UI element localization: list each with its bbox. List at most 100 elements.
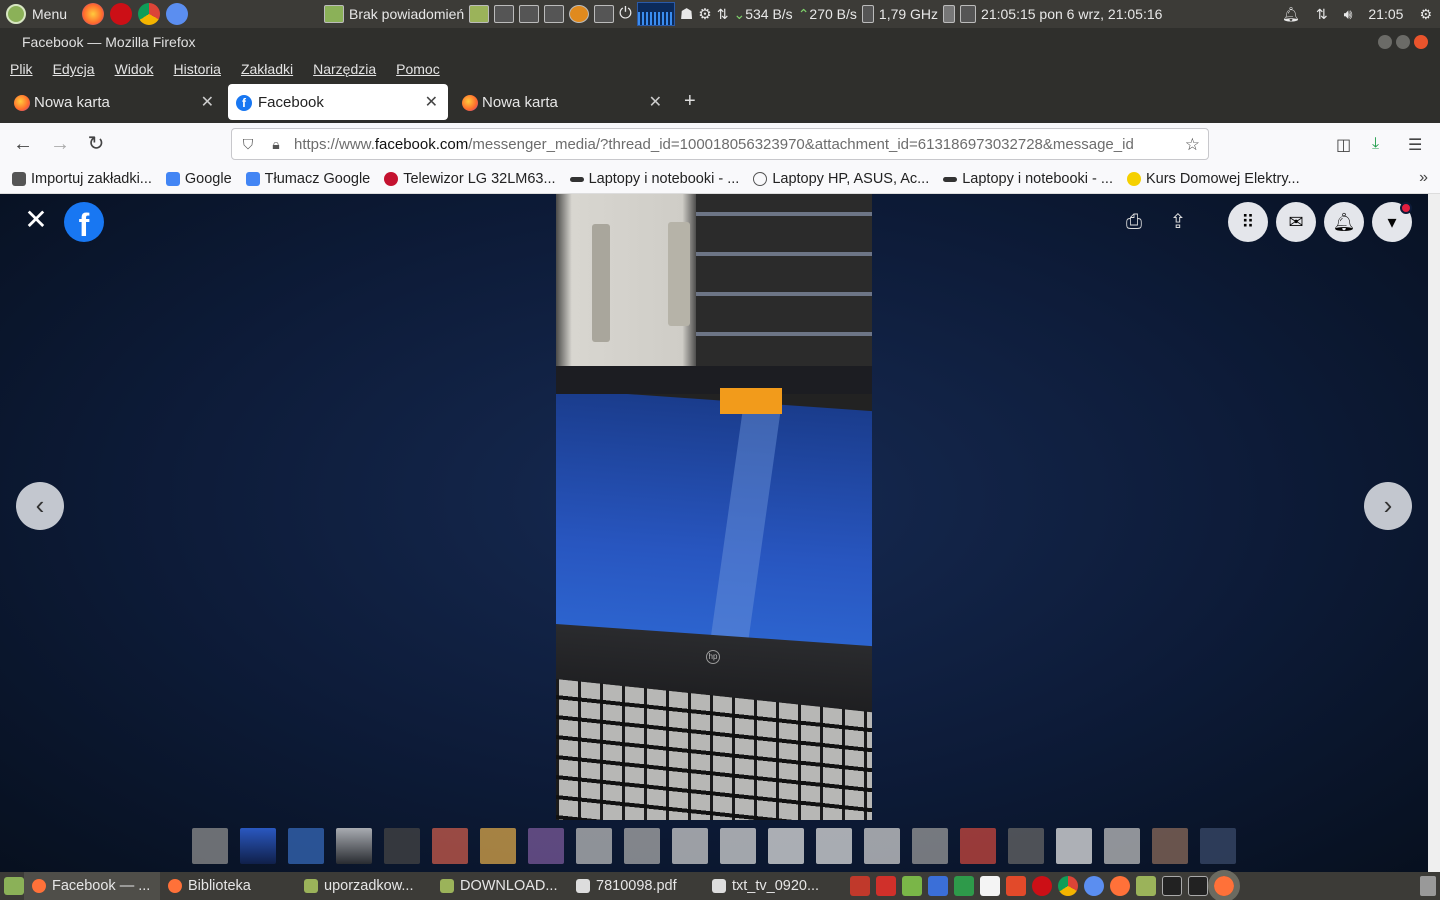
- tracking-shield-icon[interactable]: ⛉: [240, 136, 256, 152]
- minimize-button[interactable]: [1378, 35, 1392, 49]
- thumbnail[interactable]: [1200, 828, 1236, 864]
- thumbnail[interactable]: [1056, 828, 1092, 864]
- thumbnail[interactable]: [912, 828, 948, 864]
- share-icon[interactable]: ⇪: [1166, 210, 1190, 234]
- facebook-logo[interactable]: f: [64, 202, 104, 243]
- new-tab-button[interactable]: +: [684, 90, 696, 113]
- menu-plik[interactable]: Plik: [10, 61, 33, 77]
- bookmark-item[interactable]: Importuj zakładki...: [12, 171, 152, 187]
- system-monitor-icon[interactable]: [1188, 876, 1208, 896]
- page-scrollbar[interactable]: [1428, 194, 1440, 872]
- bell-icon[interactable]: 🔔︎: [1282, 6, 1300, 23]
- close-viewer-button[interactable]: ✕: [22, 206, 50, 234]
- close-tab-icon[interactable]: ✕: [201, 92, 214, 112]
- thumbnail[interactable]: [1152, 828, 1188, 864]
- show-desktop-icon[interactable]: [4, 877, 24, 895]
- system-monitor-icon[interactable]: [519, 5, 540, 23]
- pocket-icon[interactable]: ◫: [1336, 135, 1351, 155]
- taskbar-item-text[interactable]: txt_tv_0920...: [704, 872, 840, 900]
- notifications-button[interactable]: 🔔︎: [1324, 202, 1364, 242]
- menu-edycja[interactable]: Edycja: [53, 61, 95, 77]
- menu-widok[interactable]: Widok: [115, 61, 154, 77]
- opera-icon[interactable]: [1032, 876, 1052, 896]
- tab-nowa-karta-1[interactable]: Nowa karta ✕: [4, 84, 224, 120]
- messenger-button[interactable]: ✉: [1276, 202, 1316, 242]
- tab-nowa-karta-2[interactable]: Nowa karta ✕: [452, 84, 672, 120]
- maximize-button[interactable]: [1396, 35, 1410, 49]
- bookmark-item[interactable]: Kurs Domowej Elektry...: [1126, 171, 1300, 187]
- start-menu-button[interactable]: Menu: [0, 4, 80, 24]
- thumbnail-selected[interactable]: [240, 828, 276, 864]
- terminal-icon[interactable]: [494, 5, 515, 23]
- thumbnail[interactable]: [480, 828, 516, 864]
- doublecmd-icon[interactable]: [1006, 876, 1026, 896]
- firefox-icon[interactable]: [1110, 876, 1130, 896]
- power-icon[interactable]: ⏻: [619, 5, 632, 23]
- bookmark-item[interactable]: Google: [165, 171, 232, 187]
- firefox-launcher-icon[interactable]: [82, 3, 104, 25]
- bookmark-item[interactable]: Laptopy i notebooki - ...: [943, 171, 1113, 187]
- thumbnail[interactable]: [768, 828, 804, 864]
- settings-gears-icon[interactable]: ⚙: [698, 5, 711, 23]
- more-bookmarks-icon[interactable]: »: [1419, 169, 1428, 187]
- thumbnail[interactable]: [1104, 828, 1140, 864]
- lock-icon[interactable]: 🔒︎: [268, 136, 284, 152]
- volume-icon[interactable]: 🔊︎: [1344, 6, 1353, 23]
- url-text[interactable]: https://www.facebook.com/messenger_media…: [294, 136, 1174, 153]
- hamburger-menu-icon[interactable]: ☰: [1408, 135, 1422, 155]
- menu-narzedzia[interactable]: Narzędzia: [313, 61, 376, 77]
- thumbnail[interactable]: [528, 828, 564, 864]
- lock-screen-icon[interactable]: [544, 5, 565, 23]
- thumbnail[interactable]: [192, 828, 228, 864]
- terminal-small-icon[interactable]: [960, 5, 977, 23]
- downloads-icon[interactable]: ⤓: [1372, 135, 1379, 153]
- chromium-launcher-icon[interactable]: [166, 3, 188, 25]
- thumbnail[interactable]: [288, 828, 324, 864]
- bookmark-star-icon[interactable]: ☆: [1185, 135, 1200, 155]
- writer-icon[interactable]: [928, 876, 948, 896]
- blank-doc-icon[interactable]: [980, 876, 1000, 896]
- thumbnail[interactable]: [672, 828, 708, 864]
- thumbnail[interactable]: [384, 828, 420, 864]
- users-icon[interactable]: ☗: [680, 5, 693, 23]
- next-photo-button[interactable]: ›: [1364, 482, 1412, 530]
- forward-button[interactable]: →: [49, 133, 71, 155]
- taskbar-item-pdf[interactable]: 7810098.pdf: [568, 872, 704, 900]
- chrome-icon[interactable]: [1058, 876, 1078, 896]
- app-icon[interactable]: [876, 876, 896, 896]
- close-tab-icon[interactable]: ✕: [649, 92, 662, 112]
- trash-icon[interactable]: [1420, 876, 1436, 896]
- network-icon[interactable]: ⇅: [1316, 6, 1328, 23]
- thumbnail[interactable]: [864, 828, 900, 864]
- chrome-launcher-icon[interactable]: [138, 3, 160, 25]
- thumbnail[interactable]: [576, 828, 612, 864]
- thumbnail[interactable]: [720, 828, 756, 864]
- menu-grid-button[interactable]: ⠿: [1228, 202, 1268, 242]
- thumbnail[interactable]: [336, 828, 372, 864]
- terminal-icon[interactable]: [1162, 876, 1182, 896]
- taskbar-item-facebook[interactable]: Facebook — ...: [24, 872, 160, 900]
- calc-icon[interactable]: [954, 876, 974, 896]
- calculator-icon[interactable]: [850, 876, 870, 896]
- thumbnail[interactable]: [432, 828, 468, 864]
- previous-photo-button[interactable]: ‹: [16, 482, 64, 530]
- taskbar-item-folder-2[interactable]: DOWNLOAD...: [432, 872, 568, 900]
- url-bar[interactable]: ⛉ 🔒︎ https://www.facebook.com/messenger_…: [231, 128, 1209, 160]
- menu-zakladki[interactable]: Zakładki: [241, 61, 293, 77]
- notes-icon[interactable]: [324, 5, 344, 23]
- close-window-button[interactable]: [1414, 35, 1428, 49]
- panel-settings-icon[interactable]: ⚙: [1419, 6, 1432, 23]
- tab-facebook[interactable]: f Facebook ✕: [228, 84, 448, 120]
- opera-launcher-icon[interactable]: [110, 3, 132, 25]
- bookmark-item[interactable]: Tłumacz Google: [245, 171, 370, 187]
- reload-button[interactable]: ↻: [85, 133, 107, 155]
- taskbar-item-biblioteka[interactable]: Biblioteka: [160, 872, 296, 900]
- taskbar-item-folder-1[interactable]: uporzadkow...: [296, 872, 432, 900]
- bookmark-item[interactable]: Laptopy HP, ASUS, Ac...: [753, 171, 929, 187]
- back-button[interactable]: ←: [12, 133, 34, 155]
- panel-clock[interactable]: 21:05: [1368, 6, 1403, 22]
- chromium-icon[interactable]: [1084, 876, 1104, 896]
- thumbnail[interactable]: [624, 828, 660, 864]
- menu-historia[interactable]: Historia: [174, 61, 221, 77]
- download-icon[interactable]: ⎙: [1122, 210, 1146, 234]
